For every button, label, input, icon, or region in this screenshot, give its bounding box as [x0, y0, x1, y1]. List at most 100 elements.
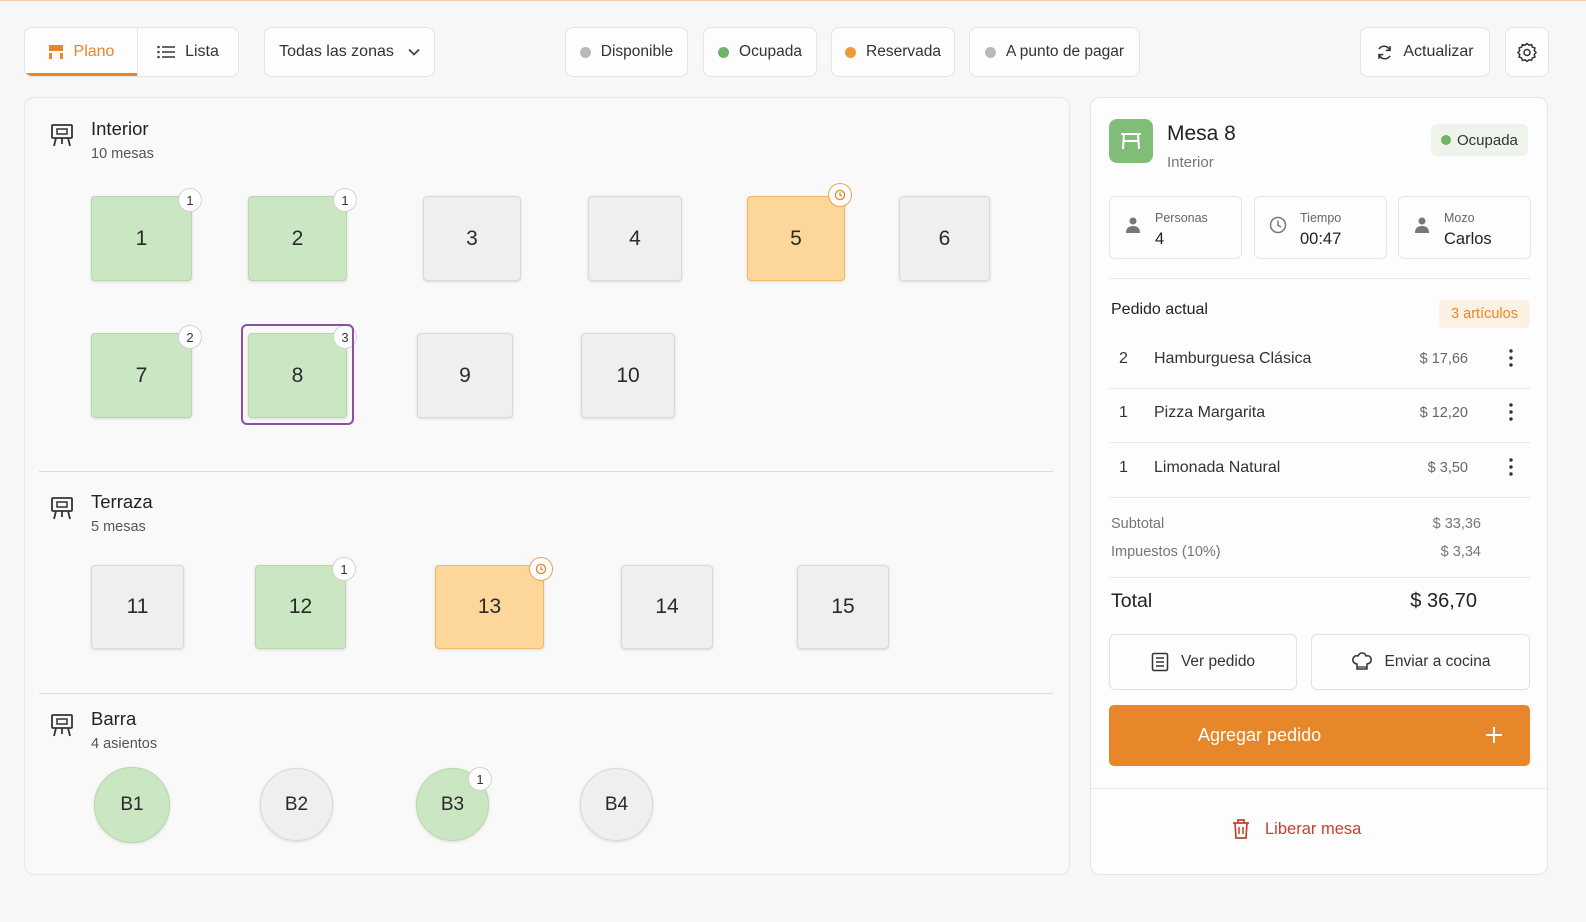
- legend-ocupada[interactable]: Ocupada: [703, 27, 817, 77]
- zone-title: Terraza: [91, 491, 153, 512]
- table-13[interactable]: 13: [435, 557, 553, 649]
- legend-disponible[interactable]: Disponible: [565, 27, 688, 77]
- table-14[interactable]: 14: [621, 565, 713, 649]
- bar-seat-b2[interactable]: B2: [260, 768, 333, 841]
- info-label: Mozo: [1444, 211, 1475, 225]
- table-number: 14: [655, 595, 679, 618]
- release-table-button[interactable]: Liberar mesa: [1231, 818, 1361, 840]
- taxes-row: Impuestos (10%) $ 3,34: [1111, 544, 1481, 560]
- refresh-icon: [1378, 44, 1392, 60]
- floor-plan-panel: Interior 10 mesas 1 1 2 1 3 4 5 6 7 2 8 …: [24, 97, 1070, 875]
- add-order-button[interactable]: Agregar pedido: [1109, 705, 1530, 766]
- easel-icon: [51, 124, 73, 147]
- table-icon: [1121, 133, 1141, 150]
- table-10[interactable]: 10: [581, 333, 675, 418]
- table-number: 5: [790, 226, 802, 250]
- table-number: 7: [135, 363, 148, 387]
- table-1[interactable]: 1 1: [91, 188, 202, 281]
- table-9[interactable]: 9: [417, 333, 513, 418]
- table-2[interactable]: 2 1: [248, 188, 357, 281]
- item-qty: 1: [1119, 404, 1128, 421]
- refresh-button[interactable]: Actualizar: [1360, 27, 1490, 77]
- send-to-kitchen-button[interactable]: Enviar a cocina: [1311, 634, 1530, 690]
- zone-select-value: Todas las zonas: [279, 43, 394, 60]
- seat-number: B1: [120, 794, 144, 815]
- clock-icon: [1269, 216, 1287, 234]
- more-vertical-icon[interactable]: [1508, 402, 1514, 422]
- article-count-badge: 3 artículos: [1439, 300, 1530, 328]
- selected-table-outline: [241, 324, 354, 425]
- table-6[interactable]: 6: [899, 196, 990, 281]
- view-order-button[interactable]: Ver pedido: [1109, 634, 1297, 690]
- zone-select[interactable]: Todas las zonas: [264, 27, 435, 77]
- bar-seat-b3[interactable]: B3 1: [416, 767, 492, 841]
- table-number: 10: [616, 363, 640, 387]
- order-item[interactable]: 1 Pizza Margarita $ 12,20: [1109, 388, 1530, 442]
- lista-view-tab[interactable]: Lista: [137, 28, 238, 76]
- table-7[interactable]: 7 2: [91, 325, 202, 418]
- bar-seat-b4[interactable]: B4: [580, 768, 653, 841]
- more-vertical-icon[interactable]: [1508, 348, 1514, 368]
- table-4[interactable]: 4: [588, 196, 682, 281]
- legend-reservada[interactable]: Reservada: [831, 27, 955, 77]
- plano-view-tab[interactable]: Plano: [25, 28, 137, 76]
- seat-number: B3: [440, 793, 465, 815]
- info-value: Carlos: [1444, 230, 1492, 248]
- seat-number: B4: [604, 793, 629, 815]
- subtotal-value: $ 33,36: [1432, 516, 1481, 532]
- table-15[interactable]: 15: [797, 565, 889, 649]
- clock-badge: [828, 183, 852, 207]
- order-item[interactable]: 1 Limonada Natural $ 3,50: [1109, 443, 1530, 497]
- table-number: 11: [126, 595, 149, 618]
- total-value: $ 36,70: [1410, 590, 1477, 612]
- refresh-label: Actualizar: [1403, 43, 1474, 60]
- total-row: Total $ 36,70: [1111, 590, 1477, 613]
- subtotal-row: Subtotal $ 33,36: [1111, 516, 1481, 532]
- info-card-personas: Personas 4: [1109, 196, 1242, 259]
- legend-label: A punto de pagar: [1005, 43, 1125, 60]
- clock-icon: [834, 189, 846, 201]
- guest-count-badge: 1: [178, 188, 202, 212]
- status-dot: [984, 46, 996, 58]
- legend-a-punto-de-pagar[interactable]: A punto de pagar: [969, 27, 1140, 77]
- subtotal-label: Subtotal: [1111, 516, 1165, 532]
- status-dot: [845, 46, 857, 58]
- total-label: Total: [1111, 590, 1153, 612]
- add-order-label: Agregar pedido: [1198, 725, 1322, 745]
- info-card-tiempo: Tiempo 00:47: [1254, 196, 1387, 259]
- table-11[interactable]: 11: [91, 565, 184, 649]
- table-detail-panel: Mesa 8 Interior Ocupada Personas 4 Tiemp…: [1090, 97, 1548, 875]
- guest-count-badge: 1: [332, 557, 356, 581]
- release-table-label: Liberar mesa: [1265, 819, 1362, 838]
- trash-icon: [1233, 819, 1249, 839]
- zone-divider: [39, 471, 1053, 472]
- person-icon: [1126, 217, 1140, 233]
- bar-seat-b1[interactable]: B1: [94, 767, 170, 843]
- table-3[interactable]: 3: [423, 196, 521, 281]
- zone-count: 10 mesas: [91, 146, 154, 162]
- settings-button[interactable]: [1505, 27, 1549, 77]
- zone-header-terraza: Terraza 5 mesas: [49, 491, 153, 535]
- guest-count-badge: 1: [468, 767, 492, 791]
- info-value: 00:47: [1300, 230, 1342, 248]
- item-price: $ 17,66: [1419, 351, 1468, 367]
- status-dot: [1441, 135, 1451, 145]
- divider: [1109, 497, 1530, 498]
- item-name: Limonada Natural: [1154, 459, 1281, 476]
- table-number: 13: [477, 595, 502, 618]
- table-5[interactable]: 5: [747, 183, 852, 281]
- plano-label: Plano: [73, 43, 115, 60]
- taxes-label: Impuestos (10%): [1111, 544, 1221, 560]
- table-number: 3: [466, 226, 478, 250]
- zone-divider: [39, 693, 1053, 694]
- legend-label: Disponible: [600, 43, 674, 60]
- floor-plan-icon: [48, 45, 63, 59]
- clock-badge: [529, 557, 553, 581]
- more-vertical-icon[interactable]: [1508, 457, 1514, 477]
- table-number: 1: [135, 226, 148, 250]
- order-item[interactable]: 2 Hamburguesa Clásica $ 17,66: [1109, 334, 1530, 388]
- info-label: Personas: [1155, 211, 1208, 225]
- guest-count-badge: 1: [333, 188, 357, 212]
- receipt-icon: [1151, 652, 1169, 672]
- table-12[interactable]: 12 1: [255, 557, 356, 649]
